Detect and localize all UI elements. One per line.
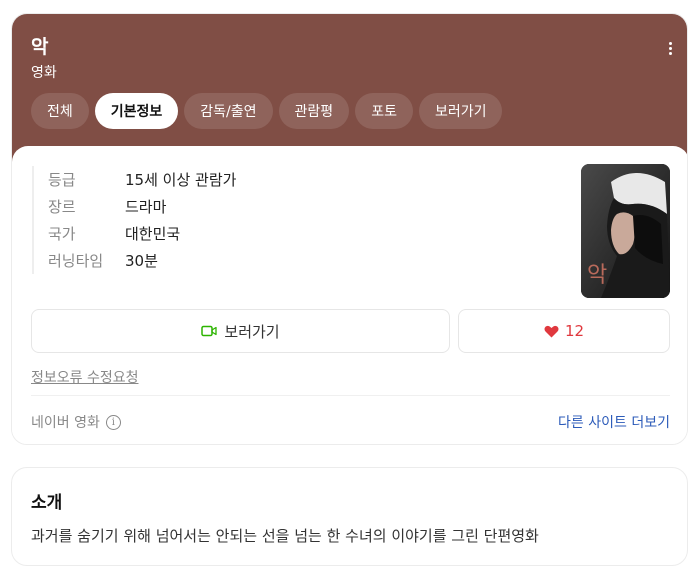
movie-category: 영화 (31, 65, 57, 81)
more-options-icon[interactable] (661, 38, 679, 58)
info-label: 등급 (48, 171, 76, 189)
info-row-runtime: 러닝타임 30분 (48, 247, 236, 274)
tab-watch[interactable]: 보러가기 (418, 93, 503, 129)
tab-basic-info[interactable]: 기본정보 (94, 93, 179, 129)
info-row-rating: 등급 15세 이상 관람가 (48, 166, 236, 193)
report-error-link[interactable]: 정보오류 수정요청 (31, 367, 139, 387)
tab-reviews[interactable]: 관람평 (278, 93, 350, 129)
other-sites-link[interactable]: 다른 사이트 더보기 (558, 412, 670, 432)
intro-card: 소개 과거를 숨기기 위해 넘어서는 안되는 선을 넘는 한 수녀의 이야기를 … (11, 467, 688, 566)
info-circle-icon[interactable]: i (105, 414, 121, 430)
info-label: 국가 (48, 225, 76, 243)
poster-title-text: 악 (587, 263, 607, 288)
movie-poster[interactable]: 악 (581, 164, 670, 298)
tab-all[interactable]: 전체 (31, 93, 89, 129)
source-label: 네이버 영화 (31, 415, 100, 431)
source-info: 네이버 영화 i (31, 412, 121, 432)
watch-button[interactable]: 보러가기 (31, 309, 450, 353)
movie-title: 악 (31, 36, 49, 58)
heart-icon (544, 325, 559, 337)
tab-director-cast[interactable]: 감독/출연 (184, 93, 273, 129)
basic-info-panel: 등급 15세 이상 관람가 장르 드라마 국가 대한민국 러닝타임 30분 악 … (12, 146, 687, 444)
like-button[interactable]: 12 (458, 309, 670, 353)
info-value: 대한민국 (125, 225, 181, 243)
tab-photos[interactable]: 포토 (355, 93, 413, 129)
info-label: 장르 (48, 198, 76, 216)
action-buttons: 보러가기 12 (31, 309, 670, 353)
intro-title: 소개 (31, 493, 63, 513)
info-value: 15세 이상 관람가 (125, 171, 237, 189)
movie-info-card: 악 영화 전체 기본정보 감독/출연 관람평 포토 보러가기 등급 15세 이상… (11, 13, 688, 445)
info-label: 러닝타임 (48, 252, 104, 270)
poster-image: 악 (581, 164, 670, 298)
info-row-genre: 장르 드라마 (48, 193, 236, 220)
divider (31, 395, 670, 396)
info-list: 등급 15세 이상 관람가 장르 드라마 국가 대한민국 러닝타임 30분 (32, 166, 236, 274)
tab-bar: 전체 기본정보 감독/출연 관람평 포토 보러가기 (31, 93, 503, 129)
info-row-country: 국가 대한민국 (48, 220, 236, 247)
info-value: 드라마 (125, 198, 167, 216)
watch-button-label: 보러가기 (224, 322, 280, 341)
info-value: 30분 (125, 252, 158, 270)
video-camera-icon (201, 325, 218, 337)
intro-text: 과거를 숨기기 위해 넘어서는 안되는 선을 넘는 한 수녀의 이야기를 그린 … (31, 527, 539, 545)
like-count: 12 (564, 322, 585, 340)
